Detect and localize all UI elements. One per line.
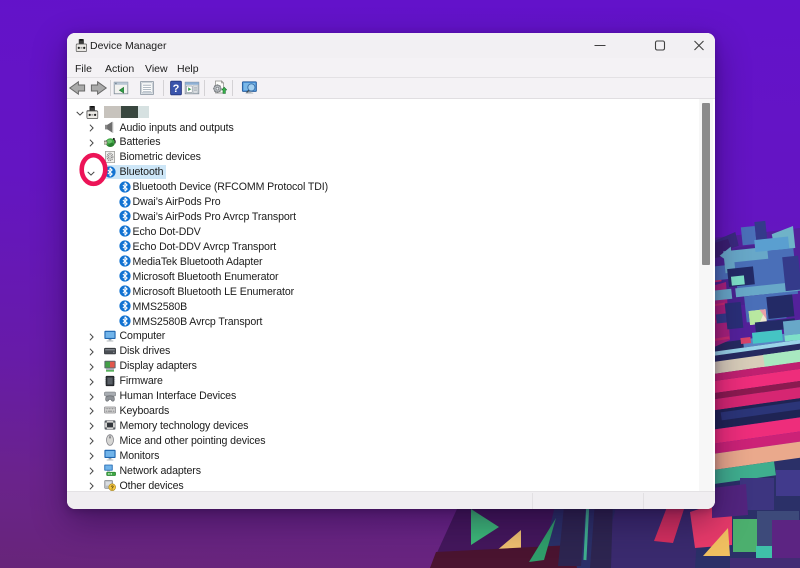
svg-text:?: ?	[172, 83, 179, 95]
